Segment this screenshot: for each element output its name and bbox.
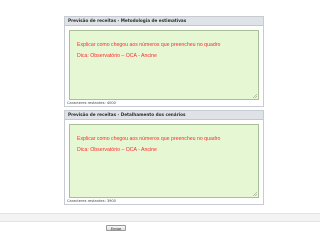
textarea-hint-line: Explicar como chegou aos números que pre… (77, 42, 221, 48)
textarea-hint-line: Dica: Observatório – OCA - Ancine (77, 53, 157, 59)
textarea-hint-line: Dica: Observatório – OCA - Ancine (77, 147, 157, 153)
textarea-hint-line: Explicar como chegou aos números que pre… (77, 136, 221, 142)
submit-button[interactable]: Enviar (106, 225, 126, 231)
section-title: Previsão de receitas - Detalhamento dos … (65, 111, 263, 120)
resize-grip-icon[interactable] (253, 94, 257, 98)
section-scenarios: Previsão de receitas - Detalhamento dos … (64, 110, 264, 205)
methodology-textarea[interactable]: Explicar como chegou aos números que pre… (69, 30, 259, 100)
page: Previsão de receitas - Metodologia de es… (0, 0, 320, 240)
characters-remaining: Caracteres restantes: 3900 (67, 199, 116, 203)
footer-bar (0, 213, 320, 222)
characters-remaining: Caracteres restantes: 4000 (67, 101, 116, 105)
resize-grip-icon[interactable] (253, 192, 257, 196)
section-title: Previsão de receitas - Metodologia de es… (65, 17, 263, 26)
section-methodology: Previsão de receitas - Metodologia de es… (64, 16, 264, 107)
scenarios-textarea[interactable]: Explicar como chegou aos números que pre… (69, 124, 259, 198)
